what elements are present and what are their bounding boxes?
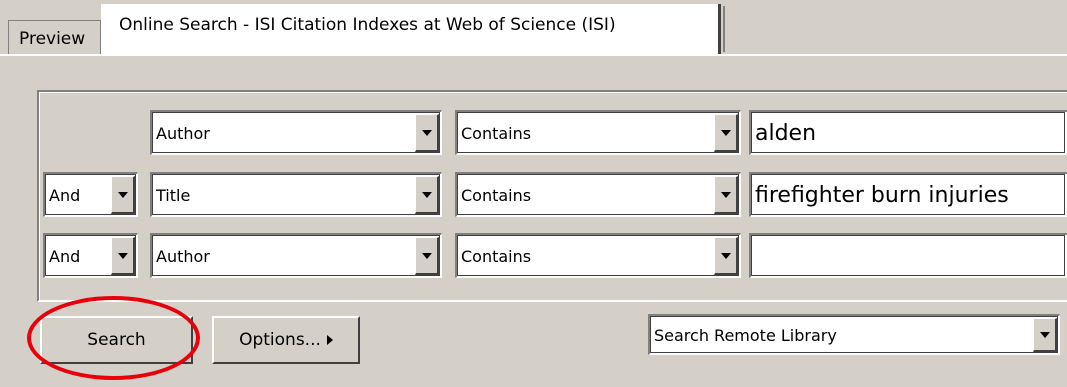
chevron-down-icon[interactable] bbox=[1033, 318, 1057, 352]
condition-select-1-value: Contains bbox=[461, 123, 532, 143]
chevron-down-icon[interactable] bbox=[714, 237, 738, 275]
chevron-down-icon[interactable] bbox=[714, 114, 738, 152]
options-button-label: Options... bbox=[239, 330, 321, 350]
search-term-input-1-value: alden bbox=[755, 120, 817, 146]
tab-strip: Preview Online Search - ISI Citation Ind… bbox=[0, 0, 1067, 56]
tab-online-search-label: Online Search - ISI Citation Indexes at … bbox=[119, 15, 616, 35]
chevron-down-icon[interactable] bbox=[415, 114, 439, 152]
condition-select-1[interactable]: Contains bbox=[455, 110, 741, 155]
tab-preview-label: Preview bbox=[19, 29, 86, 49]
operator-select-2[interactable]: And bbox=[43, 172, 138, 217]
search-term-input-1[interactable]: alden bbox=[749, 110, 1067, 155]
search-term-input-2[interactable]: firefighter burn injuries bbox=[749, 172, 1067, 217]
field-select-3[interactable]: Author bbox=[150, 233, 442, 278]
operator-select-3[interactable]: And bbox=[43, 233, 138, 278]
condition-select-3-value: Contains bbox=[461, 246, 532, 266]
options-button[interactable]: Options... bbox=[212, 316, 360, 364]
tab-preview[interactable]: Preview bbox=[8, 20, 101, 56]
field-select-3-value: Author bbox=[156, 246, 210, 266]
tab-online-search[interactable]: Online Search - ISI Citation Indexes at … bbox=[101, 4, 725, 54]
field-select-2[interactable]: Title bbox=[150, 172, 442, 217]
operator-select-3-value: And bbox=[49, 246, 81, 266]
field-select-1-value: Author bbox=[156, 123, 210, 143]
operator-select-2-value: And bbox=[49, 185, 81, 205]
condition-select-3[interactable]: Contains bbox=[455, 233, 741, 278]
search-term-input-3-value bbox=[755, 235, 1067, 277]
chevron-down-icon[interactable] bbox=[415, 176, 439, 214]
search-button[interactable]: Search bbox=[40, 316, 193, 364]
search-button-label: Search bbox=[87, 330, 146, 350]
search-scope-select[interactable]: Search Remote Library bbox=[648, 314, 1060, 355]
chevron-down-icon[interactable] bbox=[714, 176, 738, 214]
tab-divider bbox=[0, 54, 1067, 56]
chevron-down-icon[interactable] bbox=[111, 237, 135, 275]
field-select-2-value: Title bbox=[156, 185, 191, 205]
chevron-down-icon[interactable] bbox=[111, 176, 135, 214]
search-term-input-2-value: firefighter burn injuries bbox=[755, 182, 1009, 208]
field-select-1[interactable]: Author bbox=[150, 110, 442, 155]
search-term-input-3[interactable] bbox=[749, 233, 1067, 278]
condition-select-2-value: Contains bbox=[461, 185, 532, 205]
chevron-down-icon[interactable] bbox=[415, 237, 439, 275]
chevron-right-icon bbox=[326, 335, 333, 345]
condition-select-2[interactable]: Contains bbox=[455, 172, 741, 217]
search-scope-select-value: Search Remote Library bbox=[654, 325, 837, 345]
